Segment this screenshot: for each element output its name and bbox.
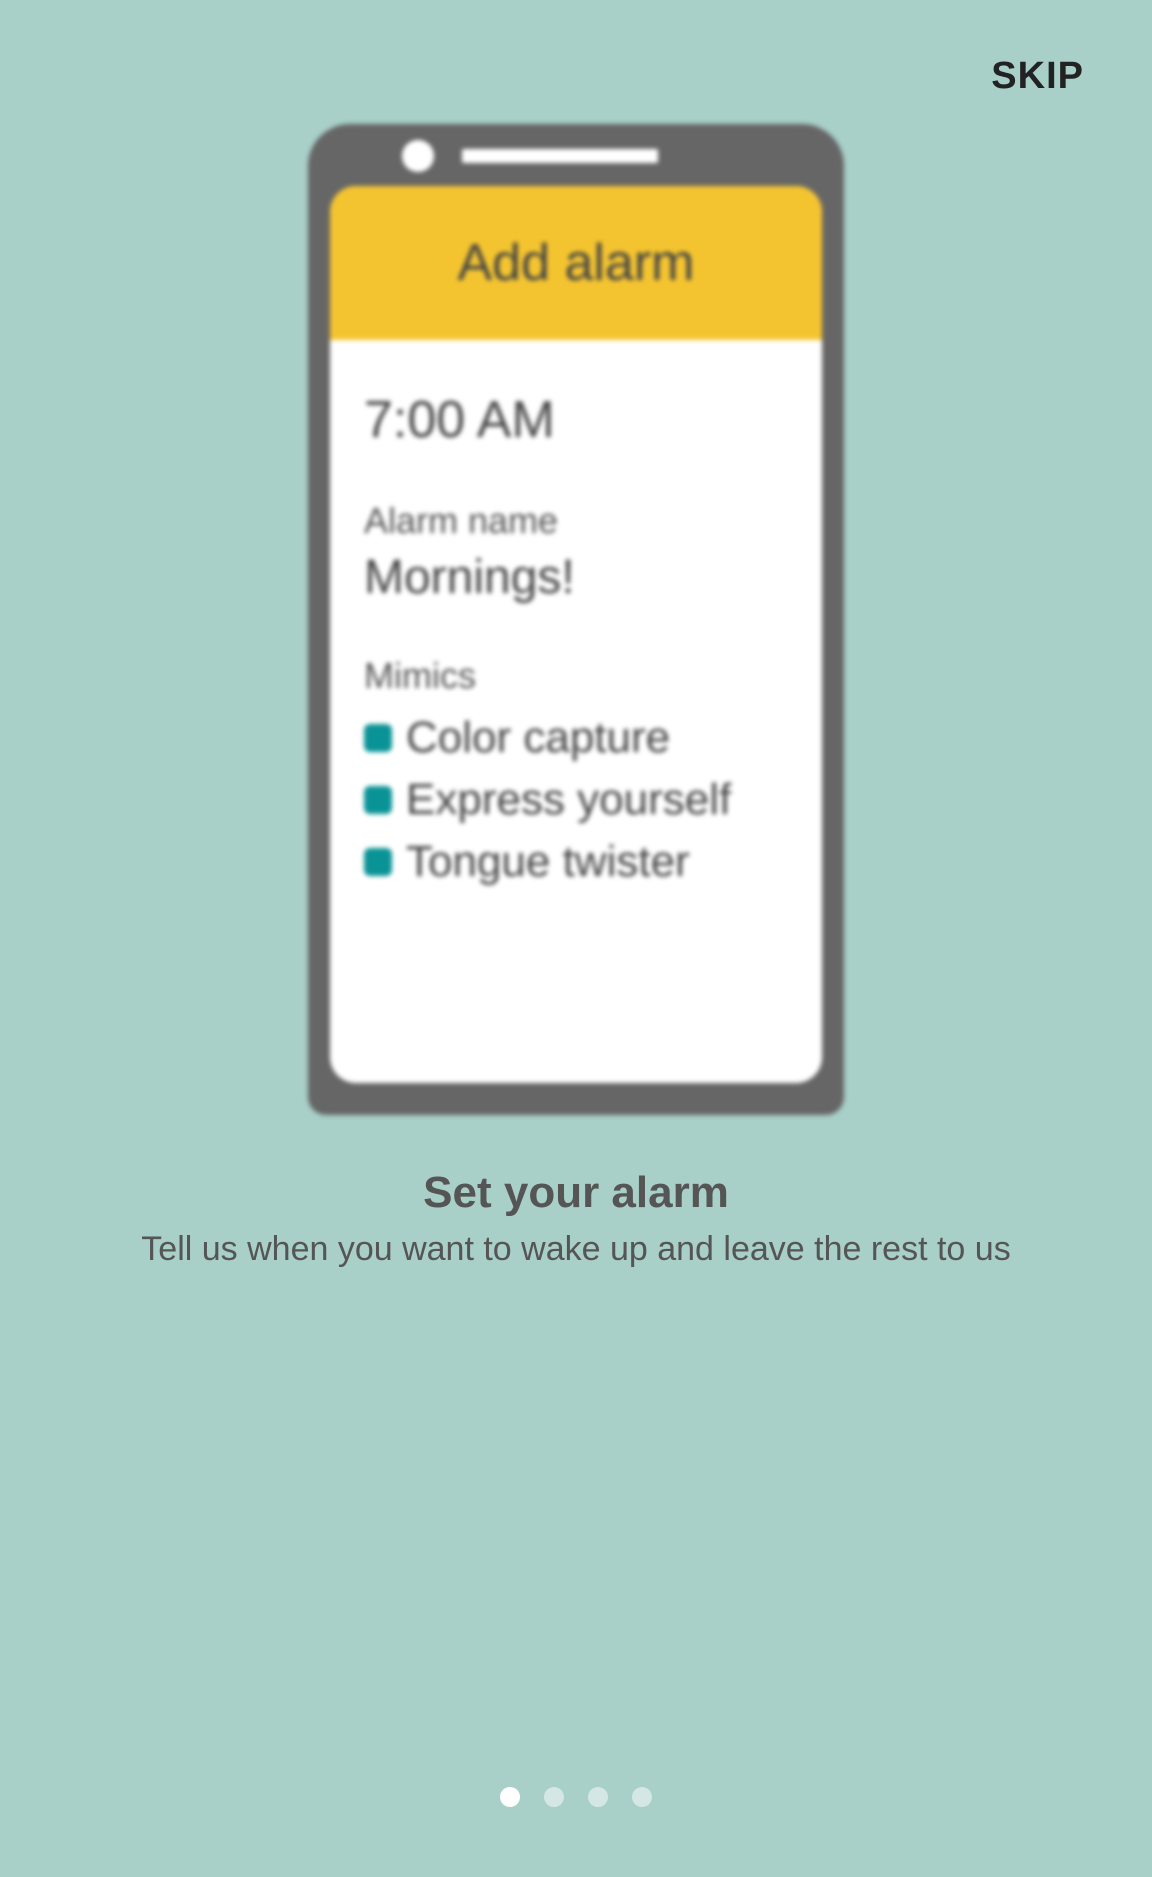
- alarm-time: 7:00 AM: [364, 390, 788, 450]
- mimic-text: Color capture: [406, 713, 670, 763]
- onboarding-text: Set your alarm Tell us when you want to …: [0, 1168, 1152, 1269]
- phone-screen: Add alarm 7:00 AM Alarm name Mornings! M…: [330, 186, 822, 1083]
- phone-camera-icon: [402, 140, 434, 172]
- phone-header-title: Add alarm: [458, 233, 695, 293]
- mimic-bullet-icon: [364, 724, 392, 752]
- onboarding-title: Set your alarm: [40, 1168, 1112, 1218]
- mimics-label: Mimics: [364, 655, 788, 697]
- mimic-item: Tongue twister: [364, 837, 788, 887]
- mimic-item: Express yourself: [364, 775, 788, 825]
- phone-illustration: Add alarm 7:00 AM Alarm name Mornings! M…: [308, 124, 844, 1115]
- skip-button[interactable]: SKIP: [991, 55, 1084, 98]
- phone-header: Add alarm: [330, 186, 822, 340]
- mimic-bullet-icon: [364, 848, 392, 876]
- phone-top-bar: [330, 140, 822, 172]
- page-dot-4[interactable]: [632, 1787, 652, 1807]
- onboarding-subtitle: Tell us when you want to wake up and lea…: [40, 1230, 1112, 1269]
- alarm-name-label: Alarm name: [364, 500, 788, 542]
- page-dot-3[interactable]: [588, 1787, 608, 1807]
- mimic-bullet-icon: [364, 786, 392, 814]
- mimic-text: Express yourself: [406, 775, 731, 825]
- page-dot-1[interactable]: [500, 1787, 520, 1807]
- phone-speaker-icon: [462, 149, 658, 163]
- mimic-text: Tongue twister: [406, 837, 690, 887]
- mimic-item: Color capture: [364, 713, 788, 763]
- page-dot-2[interactable]: [544, 1787, 564, 1807]
- alarm-name-value: Mornings!: [364, 550, 788, 605]
- pagination-dots: [500, 1787, 652, 1807]
- phone-body: Add alarm 7:00 AM Alarm name Mornings! M…: [308, 124, 844, 1115]
- phone-content: 7:00 AM Alarm name Mornings! Mimics Colo…: [330, 340, 822, 919]
